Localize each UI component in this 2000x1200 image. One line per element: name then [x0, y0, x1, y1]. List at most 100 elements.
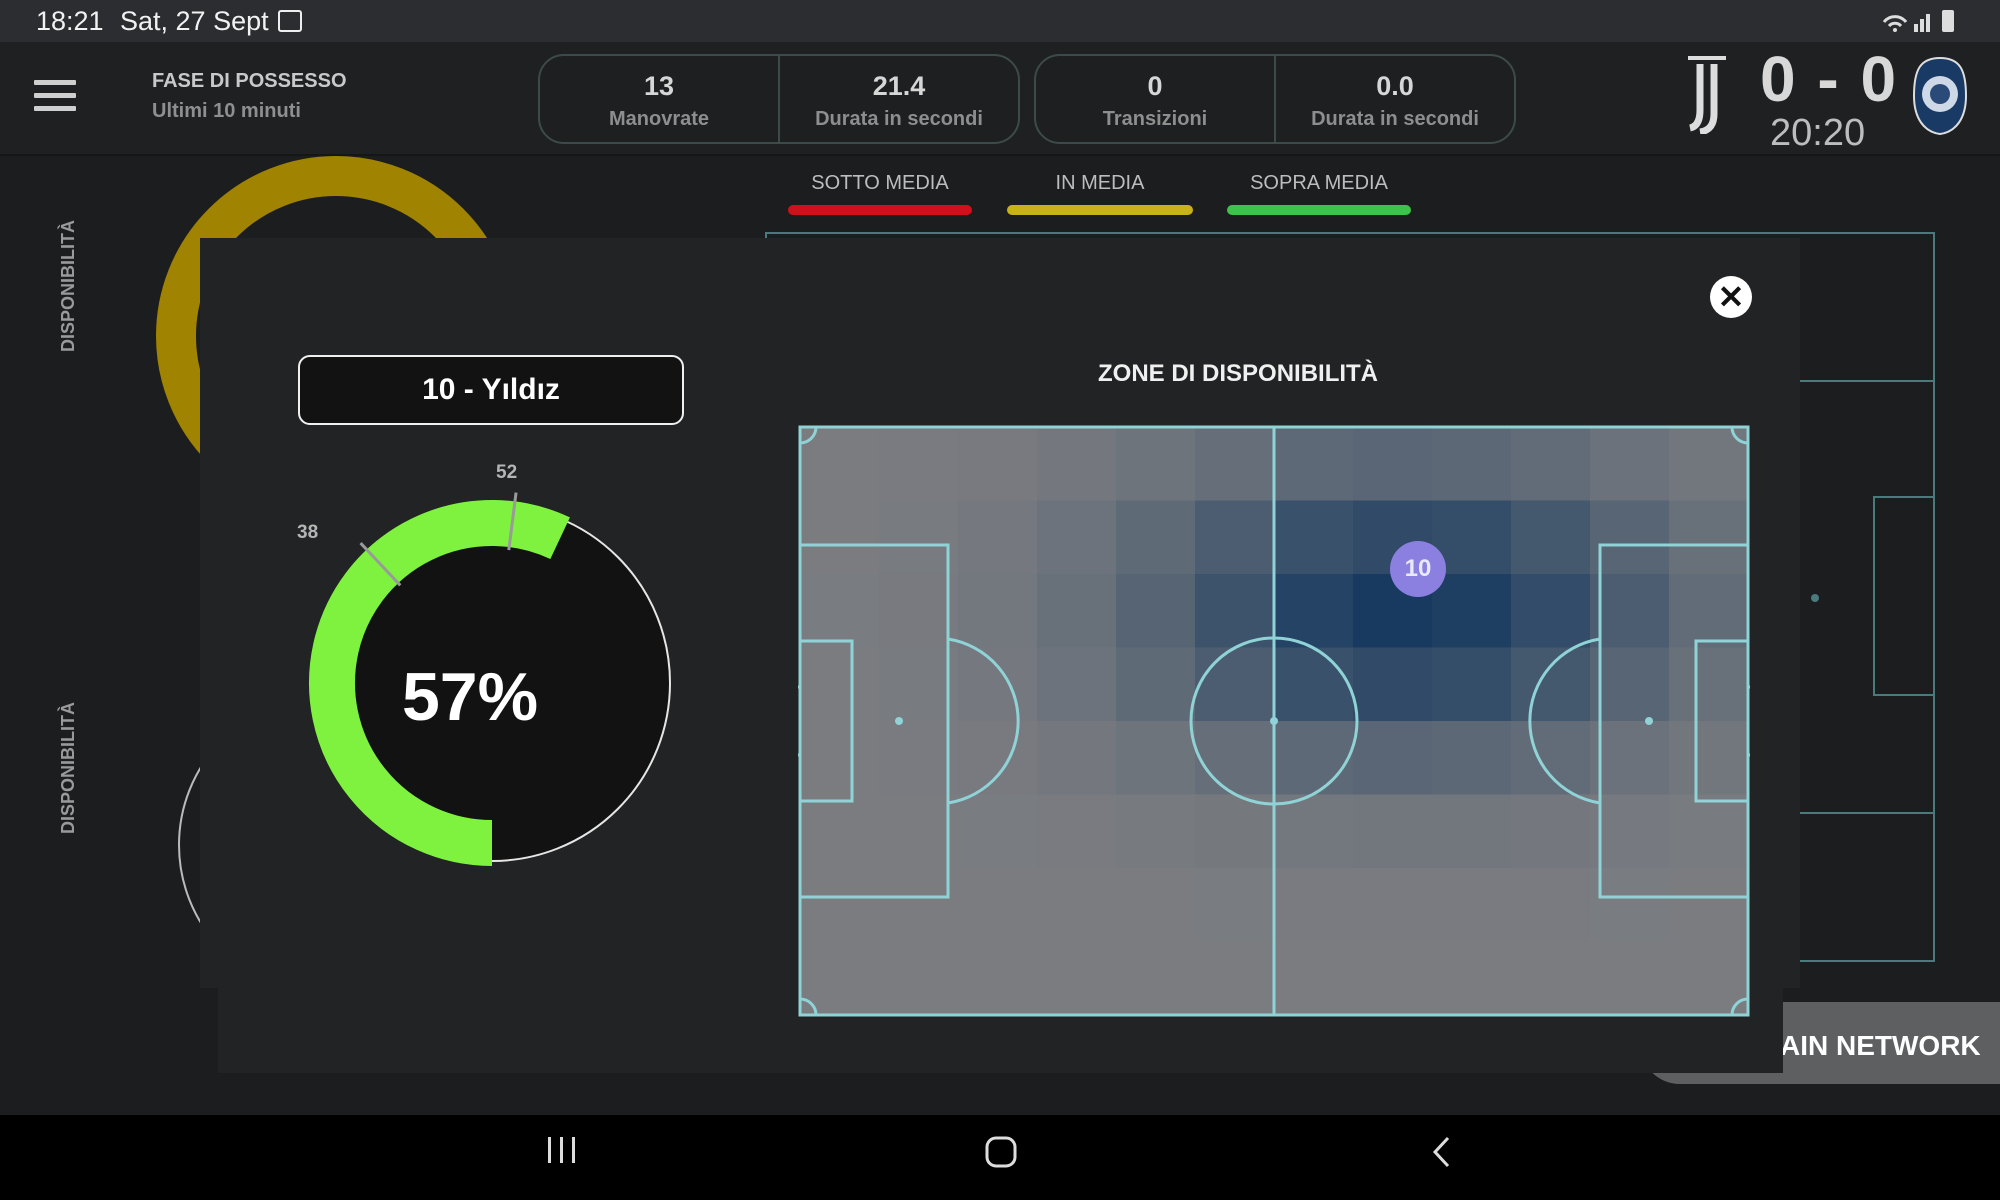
gauge-marker-high-label: 52 — [496, 462, 518, 483]
heatmap-cell — [958, 647, 1038, 722]
heatmap-cell — [958, 794, 1038, 869]
section-title: FASE DI POSSESSO — [152, 70, 347, 92]
heatmap-cell — [1116, 574, 1196, 648]
heatmap-cell — [1590, 794, 1670, 869]
heatmap-cell — [1195, 427, 1275, 501]
stat-duration-transitions: 0.0 Durata in secondi — [1276, 56, 1514, 142]
gauge-marker-low-label: 38 — [297, 522, 319, 543]
heatmap-cell — [1590, 647, 1670, 722]
recents-icon[interactable] — [546, 1135, 578, 1165]
stats-group-possession: 13 Manovrate 21.4 Durata in secondi — [538, 54, 1020, 144]
heatmap-cell — [1432, 794, 1512, 869]
heatmap-cell — [1669, 574, 1749, 648]
heatmap-cell — [800, 500, 880, 575]
stat-transizioni: 0 Transizioni — [1036, 56, 1276, 142]
heatmap-cell — [958, 500, 1038, 575]
heatmap-cell — [1511, 427, 1591, 501]
menu-icon[interactable] — [34, 80, 76, 114]
heatmap-cell — [1590, 574, 1670, 648]
stat-label: Manovrate — [608, 108, 710, 130]
heatmap-cell — [1669, 500, 1749, 575]
heatmap-cell — [1116, 794, 1196, 869]
heatmap-cell — [1195, 647, 1275, 722]
heatmap-cell — [1511, 941, 1591, 1016]
legend-label: IN MEDIA — [1055, 172, 1145, 194]
heatmap-cell — [1195, 574, 1275, 648]
legend-above-average: SOPRA MEDIA — [1227, 172, 1411, 215]
stats-group-transitions: 0 Transizioni 0.0 Durata in secondi — [1034, 54, 1516, 144]
atalanta-logo-icon — [1912, 56, 1968, 136]
heatmap-cell — [1353, 868, 1433, 942]
heatmap-cell — [800, 794, 880, 869]
heatmap-cell — [1511, 794, 1591, 869]
status-bar: 18:21 Sat, 27 Sept — [0, 0, 2000, 42]
heatmap-cell — [1511, 574, 1591, 648]
heatmap-cell — [1116, 647, 1196, 722]
legend-label: SOTTO MEDIA — [811, 172, 949, 194]
heatmap-cell — [1037, 500, 1117, 575]
passing-network-label: AIN NETWORK — [1780, 1030, 1981, 1061]
heatmap-cell — [958, 868, 1038, 942]
player-name-box: 10 - Yıldız — [298, 355, 684, 425]
heatmap-cell — [1511, 868, 1591, 942]
heatmap-cell — [1353, 427, 1433, 501]
heatmap-cell — [1274, 427, 1354, 501]
heatmap-cell — [1116, 427, 1196, 501]
match-score: 0 - 0 — [1760, 43, 1899, 115]
heatmap-cell — [800, 574, 880, 648]
status-time: 18:21 — [36, 6, 104, 36]
heatmap-cell — [1432, 574, 1512, 648]
status-date: Sat, 27 Sept — [120, 6, 269, 36]
heatmap-cell — [1353, 794, 1433, 869]
heatmap-cell — [1353, 941, 1433, 1016]
heatmap-cell — [1590, 500, 1670, 575]
heatmap-cell — [1669, 868, 1749, 942]
close-icon[interactable]: ✕ — [1710, 276, 1752, 318]
heatmap-cell — [1274, 500, 1354, 575]
android-nav-bar — [0, 1115, 2000, 1200]
stat-label: Durata in secondi — [1311, 108, 1479, 130]
heatmap-cell — [1274, 574, 1354, 648]
heatmap-cell — [1432, 647, 1512, 722]
heatmap-cell — [1590, 721, 1670, 795]
heatmap-cell — [1037, 868, 1117, 942]
heatmap-cell — [1195, 721, 1275, 795]
stat-label: Durata in secondi — [815, 108, 983, 130]
availability-label-top: DISPONIBILITÀ — [58, 219, 78, 352]
match-clock: 20:20 — [1770, 112, 1866, 154]
heatmap-cell — [1274, 941, 1354, 1016]
heatmap-cell — [1669, 721, 1749, 795]
player-availability-modal: ✕ 10 - Yıldız ZONE DI DISPONIBILITÀ 57% … — [200, 238, 1800, 1017]
availability-heatmap-pitch — [798, 425, 1750, 1017]
heatmap-cell — [1590, 868, 1670, 942]
legend-average: IN MEDIA — [1007, 172, 1193, 215]
heatmap-cell — [1432, 427, 1512, 501]
heatmap-cell — [1274, 868, 1354, 942]
gallery-notification-icon — [278, 10, 302, 32]
back-icon[interactable] — [1430, 1135, 1454, 1169]
heatmap-cell — [879, 427, 959, 501]
heatmap-cell — [1274, 647, 1354, 722]
heatmap-cell — [1432, 721, 1512, 795]
heatmap-cell — [1037, 721, 1117, 795]
heatmap-cell — [1195, 794, 1275, 869]
heatmap-cell — [958, 574, 1038, 648]
heatmap-cell — [1511, 647, 1591, 722]
heatmap-cell — [1669, 794, 1749, 869]
heatmap-cell — [879, 941, 959, 1016]
juventus-logo-icon — [1688, 56, 1726, 134]
heatmap-cell — [1511, 721, 1591, 795]
heatmap-cell — [1432, 941, 1512, 1016]
heatmap-cell — [1195, 500, 1275, 575]
heatmap-cell — [1274, 794, 1354, 869]
stat-value: 13 — [643, 71, 675, 101]
heatmap-cell — [1037, 647, 1117, 722]
stat-value: 21.4 — [872, 71, 926, 101]
stat-label: Transizioni — [1102, 108, 1208, 130]
heatmap-cell — [1432, 868, 1512, 942]
home-icon[interactable] — [984, 1135, 1018, 1169]
heatmap-cell — [1116, 868, 1196, 942]
heatmap-cell — [1116, 500, 1196, 575]
heatmap-cell — [1037, 794, 1117, 869]
gauge-percent: 57% — [401, 659, 539, 735]
